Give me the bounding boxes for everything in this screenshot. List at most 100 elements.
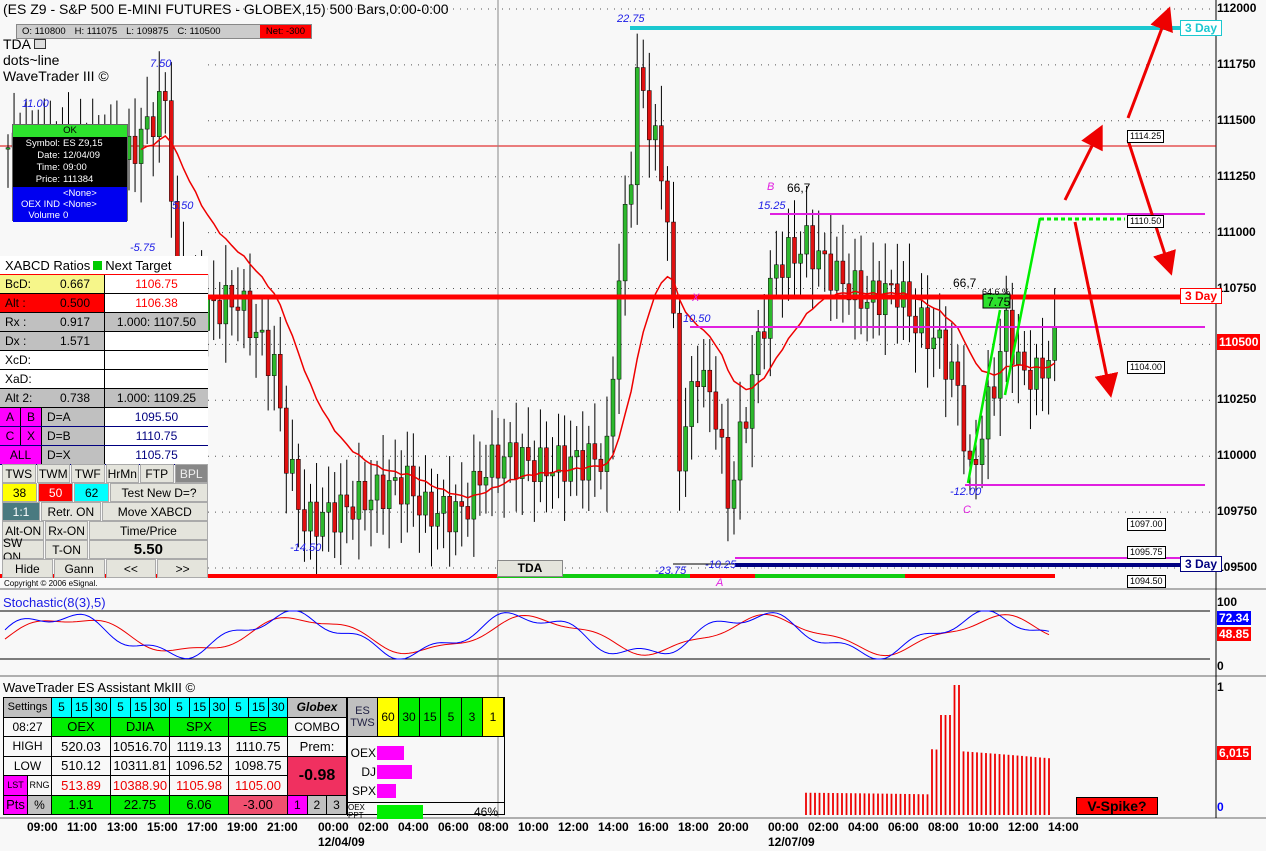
wt-button-test-new-d-[interactable]: Test New D=? xyxy=(110,483,208,502)
wt-button-sw-on[interactable]: SW ON xyxy=(2,536,45,564)
candle-body xyxy=(144,116,150,130)
candle-body xyxy=(380,474,386,509)
last-value: 513.89 xyxy=(52,776,111,796)
point-button[interactable]: X xyxy=(21,427,42,445)
candle-body xyxy=(362,481,368,511)
candle-body xyxy=(755,331,761,376)
tws-indicator: 30 xyxy=(399,698,420,737)
candle-body xyxy=(501,456,507,479)
time-axis-label: 00:00 xyxy=(768,820,799,834)
page-button[interactable]: 2 xyxy=(307,795,328,815)
timeframe-button[interactable]: 5 xyxy=(111,698,131,718)
candle-body xyxy=(465,506,471,520)
timeframe-button[interactable]: 5 xyxy=(52,698,72,718)
timeframe-button[interactable]: 5 xyxy=(170,698,190,718)
premium-bar-row: SPX xyxy=(348,781,504,800)
point-button[interactable]: A xyxy=(0,408,21,426)
candle-body xyxy=(762,331,767,339)
column-header: SPX xyxy=(170,717,229,737)
candle-body xyxy=(985,386,991,440)
time-axis-label: 06:00 xyxy=(438,820,469,834)
wt-button-1-1[interactable]: 1:1 xyxy=(2,502,40,521)
timeframe-button[interactable]: 15 xyxy=(72,698,92,718)
wt-button--[interactable]: << xyxy=(105,559,157,578)
wt-button-rx-on[interactable]: Rx-ON xyxy=(45,521,88,540)
wt-button-twm[interactable]: TWM xyxy=(36,464,70,483)
page-button[interactable]: 1 xyxy=(288,795,308,815)
quote-value: 1110.75 xyxy=(229,737,288,757)
wt-button-5-50[interactable]: 5.50 xyxy=(88,540,208,559)
point-button[interactable]: ALL xyxy=(0,446,42,464)
window-icon[interactable] xyxy=(34,39,47,49)
point-button[interactable]: C xyxy=(0,427,21,445)
candle-body xyxy=(284,407,289,474)
study-tda[interactable]: TDA xyxy=(3,36,47,52)
candle-body xyxy=(931,337,936,350)
three-day-navy-label: 3 Day xyxy=(1180,556,1223,572)
wt-button-time-price[interactable]: Time/Price xyxy=(88,521,208,540)
timeframe-button[interactable]: 30 xyxy=(269,698,288,718)
price-axis-label: 110250 xyxy=(1217,392,1257,407)
page-button[interactable]: 3 xyxy=(327,795,347,815)
timeframe-button[interactable]: 30 xyxy=(92,698,111,718)
study-dots-line[interactable]: dots~line xyxy=(3,52,59,68)
wt-button--[interactable]: >> xyxy=(157,559,208,578)
wavetrader-buttons: TWS TWM TWF HrMn FTP BPL 38 50 62 Test New D=? 1:1… xyxy=(2,464,208,578)
tws-indicator: 15 xyxy=(420,698,441,737)
candle-body xyxy=(804,225,809,255)
candle-body xyxy=(780,264,785,278)
price-axis-label: 111250 xyxy=(1217,168,1256,183)
wt-button-tws[interactable]: TWS xyxy=(2,464,36,483)
wt-button-gann[interactable]: Gann xyxy=(53,559,105,578)
candle-body xyxy=(901,281,906,308)
candle-body xyxy=(937,329,942,339)
rng-button[interactable]: RNG xyxy=(28,776,52,796)
settings-button[interactable]: Settings xyxy=(4,698,52,718)
wt-button-38[interactable]: 38 xyxy=(2,483,38,502)
wt-button-62[interactable]: 62 xyxy=(74,483,110,502)
timeframe-button[interactable]: 15 xyxy=(131,698,151,718)
pct-button[interactable]: % xyxy=(28,795,52,815)
lst-button[interactable]: LST xyxy=(4,776,28,796)
candle-body xyxy=(713,391,719,430)
wt-button-move-xabcd[interactable]: Move XABCD xyxy=(101,502,208,521)
candle-body xyxy=(653,125,658,141)
candle-body xyxy=(5,147,11,150)
high-value: H: 111075 xyxy=(74,26,118,37)
ppt-row: OEX PPT 46% xyxy=(348,802,504,821)
premium-value: -0.98 xyxy=(288,756,347,796)
d-target-row: A B D=A 1095.50 xyxy=(0,408,208,427)
ok-button[interactable]: OK xyxy=(13,125,127,137)
wt-button-t-on[interactable]: T-ON xyxy=(45,540,88,559)
info-key xyxy=(15,188,60,199)
wave-label: 11.00 xyxy=(22,98,49,110)
wt-button-twf[interactable]: TWF xyxy=(71,464,105,483)
wt-button-hide[interactable]: Hide xyxy=(2,559,53,578)
wt-button-50[interactable]: 50 xyxy=(38,483,74,502)
wt-button-retr-on[interactable]: Retr. ON xyxy=(41,502,101,521)
candle-body xyxy=(798,253,803,264)
timeframe-button[interactable]: 15 xyxy=(190,698,210,718)
candle-body xyxy=(955,361,961,386)
timeframe-button[interactable]: 5 xyxy=(229,698,249,718)
time-axis-label: 06:00 xyxy=(888,820,919,834)
timeframe-button[interactable]: 30 xyxy=(210,698,229,718)
wt-button-bpl[interactable]: BPL xyxy=(174,464,208,483)
three-day-red-label: 3 Day xyxy=(1180,288,1223,304)
point-button[interactable]: B xyxy=(21,408,42,426)
tda-button[interactable]: TDA xyxy=(497,560,563,577)
wt-button-hrmn[interactable]: HrMn xyxy=(105,464,139,483)
green-square-icon xyxy=(93,261,103,270)
timeframe-button[interactable]: 30 xyxy=(151,698,170,718)
bar-label: DJ xyxy=(361,764,376,779)
wt-button-ftp[interactable]: FTP xyxy=(140,464,174,483)
timeframe-button[interactable]: 15 xyxy=(249,698,269,718)
row-label: HIGH xyxy=(4,737,52,757)
candle-body xyxy=(308,501,313,532)
candle-body xyxy=(810,225,815,270)
study-wavetrader[interactable]: WaveTrader III © xyxy=(3,68,109,84)
candle-body xyxy=(840,260,846,285)
info-row: <None> xyxy=(15,188,125,199)
candle-body xyxy=(374,474,380,501)
pts-button[interactable]: Pts xyxy=(4,795,28,815)
